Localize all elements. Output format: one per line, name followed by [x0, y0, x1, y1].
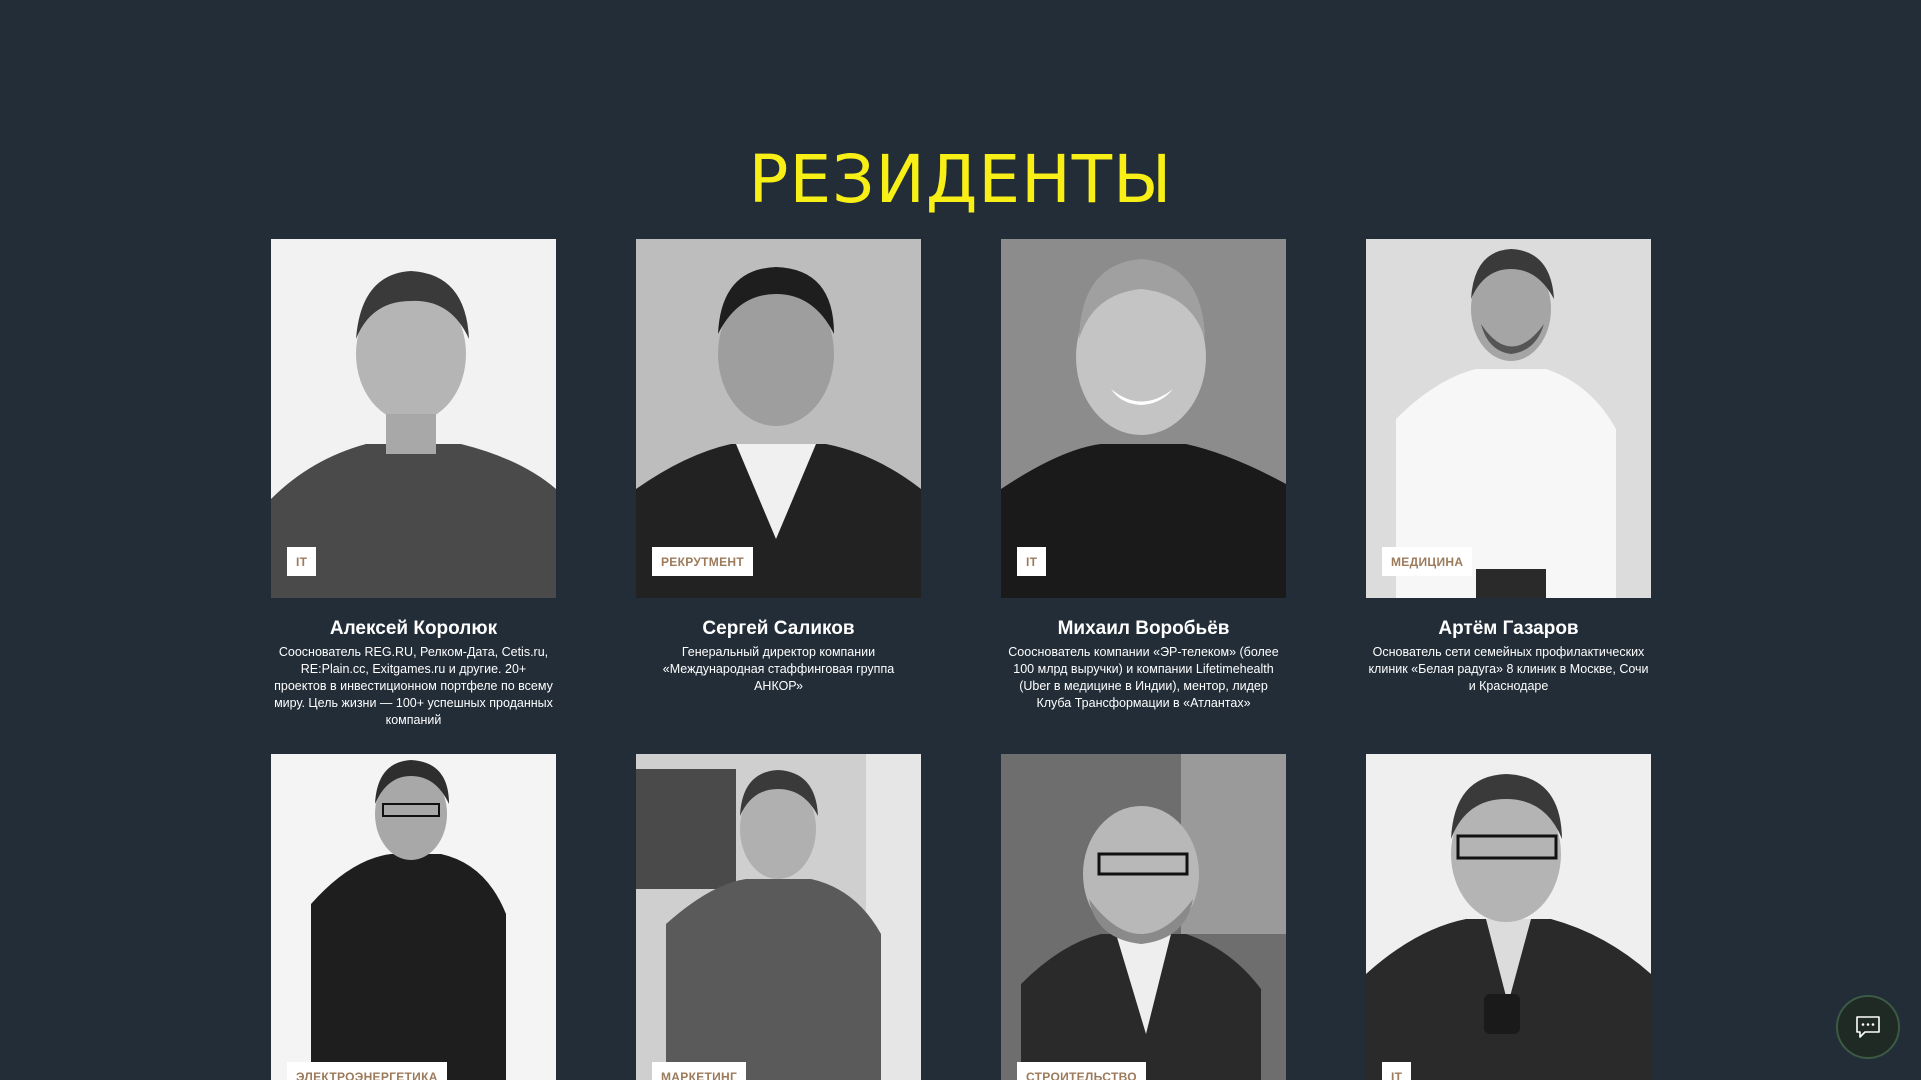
- chat-widget-button[interactable]: [1836, 995, 1900, 1059]
- resident-card[interactable]: МАРКЕТИНГ: [636, 754, 921, 1080]
- resident-card[interactable]: СТРОИТЕЛЬСТВО: [1001, 754, 1286, 1080]
- resident-photo: МАРКЕТИНГ: [636, 754, 921, 1080]
- resident-name: Сергей Саликов: [702, 618, 855, 639]
- resident-card[interactable]: IT Михаил Воробьёв Сооснователь компании…: [1001, 239, 1286, 712]
- resident-name: Артём Газаров: [1438, 618, 1579, 639]
- portrait-image: [1366, 754, 1651, 1080]
- resident-tag: ЭЛЕКТРОЭНЕРГЕТИКА: [287, 1062, 447, 1080]
- resident-card[interactable]: IT Алексей Королюк Сооснователь REG.RU, …: [271, 239, 556, 729]
- portrait-image: [271, 239, 556, 598]
- resident-description: Сооснователь компании «ЭР-телеком» (боле…: [1008, 645, 1279, 710]
- resident-description: Основатель сети семейных профилактически…: [1368, 645, 1649, 693]
- resident-tag: МЕДИЦИНА: [1382, 547, 1473, 576]
- chat-bubble-icon: [1856, 1016, 1880, 1038]
- resident-photo: IT: [1366, 754, 1651, 1080]
- resident-card[interactable]: IT: [1366, 754, 1651, 1080]
- portrait-image: [1001, 754, 1286, 1080]
- resident-tag: СТРОИТЕЛЬСТВО: [1017, 1062, 1146, 1080]
- portrait-image: [1001, 239, 1286, 598]
- resident-tag: РЕКРУТМЕНТ: [652, 547, 753, 576]
- resident-photo: СТРОИТЕЛЬСТВО: [1001, 754, 1286, 1080]
- resident-description: Сооснователь REG.RU, Релком-Дата, Cetis.…: [274, 645, 553, 727]
- resident-tag: МАРКЕТИНГ: [652, 1062, 747, 1080]
- resident-name: Алексей Королюк: [329, 618, 498, 639]
- section-title: РЕЗИДЕНТЫ: [748, 141, 1173, 219]
- resident-description: Генеральный директор компании «Междунаро…: [662, 645, 895, 693]
- resident-tag: IT: [287, 547, 317, 576]
- resident-tag: IT: [1382, 1062, 1412, 1080]
- resident-card[interactable]: ЭЛЕКТРОЭНЕРГЕТИКА: [271, 754, 556, 1080]
- residents-page: РЕЗИДЕНТЫ IT Алексей Королюк Соосновател…: [0, 0, 1921, 1080]
- resident-card[interactable]: РЕКРУТМЕНТ Сергей Саликов Генеральный ди…: [636, 239, 921, 695]
- portrait-image: [636, 239, 921, 598]
- portrait-image: [271, 754, 556, 1080]
- resident-photo: РЕКРУТМЕНТ: [636, 239, 921, 598]
- resident-photo: IT: [1001, 239, 1286, 598]
- resident-photo: IT: [271, 239, 556, 598]
- resident-card[interactable]: МЕДИЦИНА Артём Газаров Основатель сети с…: [1366, 239, 1651, 695]
- resident-name: Михаил Воробьёв: [1057, 618, 1230, 639]
- portrait-image: [636, 754, 921, 1080]
- resident-photo: МЕДИЦИНА: [1366, 239, 1651, 598]
- portrait-image: [1366, 239, 1651, 598]
- resident-photo: ЭЛЕКТРОЭНЕРГЕТИКА: [271, 754, 556, 1080]
- resident-tag: IT: [1017, 547, 1047, 576]
